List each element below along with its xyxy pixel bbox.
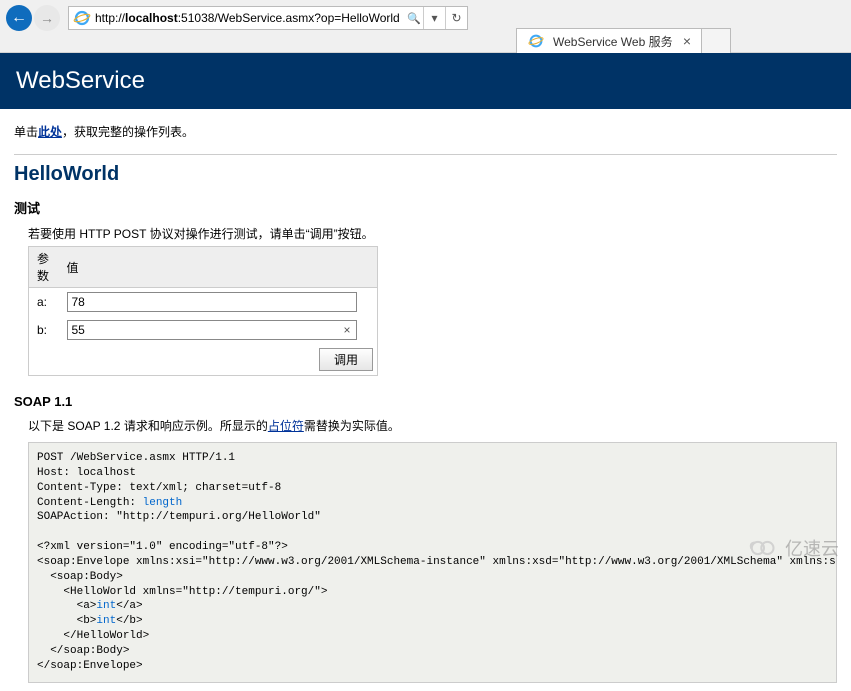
param-name-b: b: [29,316,59,344]
divider [14,154,837,155]
test-form-table: 参数 值 a: b: × 调用 [28,246,378,376]
header-value: 值 [59,247,378,288]
search-icon[interactable]: 🔍 [405,12,423,25]
param-name-a: a: [29,288,59,317]
tab-close-button[interactable]: × [679,33,695,49]
table-row: b: × [29,316,378,344]
page-banner: WebService [0,53,851,109]
browser-tab[interactable]: WebService Web 服务 × [516,28,702,53]
watermark: 亿速云 [747,535,839,561]
new-tab-button[interactable] [701,28,731,53]
watermark-text: 亿速云 [785,535,839,561]
address-bar[interactable]: http://localhost:51038/WebService.asmx?o… [68,6,468,30]
clear-input-icon[interactable]: × [343,323,350,337]
soap-description: 以下是 SOAP 1.2 请求和响应示例。所显示的占位符需替换为实际值。 [28,417,837,434]
operation-name: HelloWorld [14,163,837,186]
back-button[interactable]: ← [6,5,32,31]
param-input-b[interactable] [67,320,357,340]
table-row: a: [29,288,378,317]
tab-strip: WebService Web 服务 × [516,28,731,53]
address-text: http://localhost:51038/WebService.asmx?o… [95,11,405,25]
test-section-title: 测试 [14,198,837,217]
soap-section-title: SOAP 1.1 [14,394,837,409]
refresh-button[interactable]: ↻ [445,7,467,29]
invoke-row: 调用 [29,344,378,376]
browser-chrome: ← → http://localhost:51038/WebService.as… [0,0,851,53]
tab-title: WebService Web 服务 [553,33,675,50]
address-dropdown[interactable]: ▾ [423,7,445,29]
service-title: WebService [16,67,145,94]
invoke-button[interactable]: 调用 [319,348,373,371]
header-param: 参数 [29,247,59,288]
test-description: 若要使用 HTTP POST 协议对操作进行测试，请单击“调用”按钮。 [28,225,837,242]
param-input-a[interactable] [67,292,357,312]
soap-request-box: POST /WebService.asmx HTTP/1.1 Host: loc… [28,442,837,683]
placeholder-link[interactable]: 占位符 [268,419,304,433]
ie-icon [73,9,91,27]
ie-icon [528,33,544,49]
forward-button[interactable]: → [34,5,60,31]
operation-list-link-line: 单击此处，获取完整的操作列表。 [14,123,837,140]
operation-list-link[interactable]: 此处 [38,125,62,139]
